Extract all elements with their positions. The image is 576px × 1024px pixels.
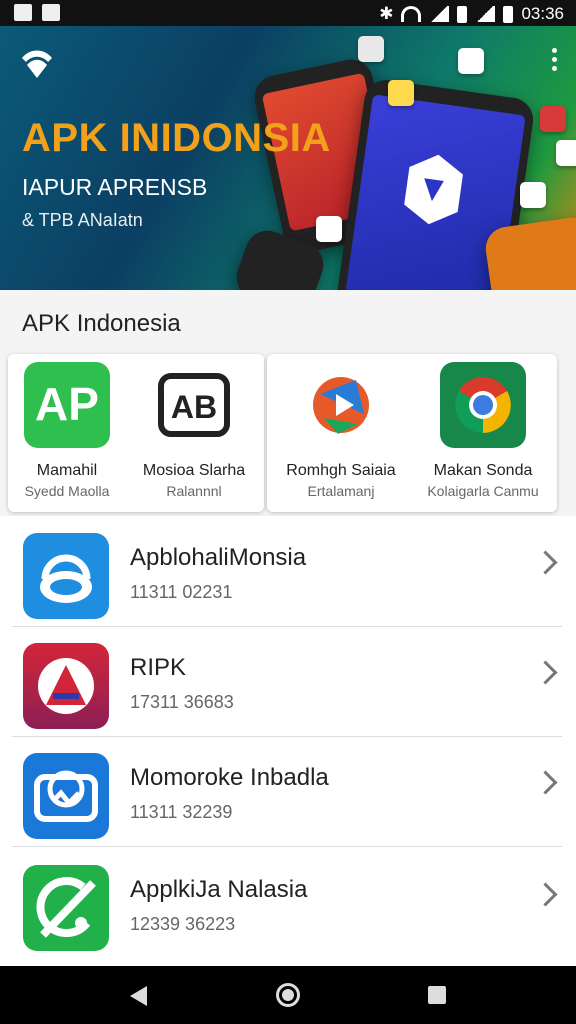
hero-tagline: & TPB ANaIatn (22, 210, 143, 230)
vibrate-icon: ✱ (379, 4, 394, 23)
ap-letters-icon: AP (24, 362, 110, 448)
app-list-item[interactable]: RIPK 17311 36683 (12, 626, 562, 737)
colorful-play-icon (298, 362, 384, 448)
featured-app-name: Romhgh Saiaia (286, 462, 396, 479)
chevron-right-icon (533, 660, 558, 685)
chevron-right-icon (533, 882, 558, 907)
photo-notification-icon (42, 4, 60, 21)
back-icon[interactable] (130, 986, 147, 1006)
app-title: RIPK (130, 654, 187, 681)
cloud-headset-icon (23, 533, 109, 619)
app-list-item[interactable]: ApplkiJa Nalasia 12339 36223 (12, 848, 562, 958)
featured-app-name: Makan Sonda (433, 462, 533, 479)
chrome-like-icon (440, 362, 526, 448)
home-icon[interactable] (276, 983, 300, 1007)
app-tile-icon (358, 36, 384, 62)
signal-icon-2 (475, 6, 496, 22)
featured-app[interactable]: AB Mosioa Slarha Ralannnl (131, 362, 257, 499)
wifi-icon (401, 6, 422, 22)
hero-title: APK INIDONSIA (22, 116, 331, 160)
app-title: ApplkiJa Nalasia (130, 876, 308, 903)
app-tile-icon (458, 48, 484, 74)
svg-text:AB: AB (171, 389, 217, 425)
app-title: ApblohaliMonsia (130, 544, 307, 571)
svg-text:AP: AP (35, 378, 99, 430)
slash-circle-icon (23, 865, 109, 951)
hero-banner: APK INIDONSIA IAPUR APRENSB & TPB ANaIat… (0, 26, 576, 290)
app-title: Momoroke Inbadla (130, 764, 329, 791)
chevron-right-icon (533, 770, 558, 795)
featured-app-name: Mosioa Slarha (142, 462, 246, 479)
battery-icon (457, 5, 468, 23)
chevron-right-icon (533, 550, 558, 575)
triangle-a-icon (23, 643, 109, 729)
section-title: APK Indonesia (22, 310, 181, 337)
featured-app-subtitle: Kolaigarla Canmu (427, 483, 539, 499)
recent-apps-icon[interactable] (428, 986, 446, 1004)
app-tile-icon (388, 80, 414, 106)
featured-app[interactable]: AP Mamahil Syedd Maolla (4, 362, 130, 499)
overflow-menu-icon[interactable] (552, 48, 558, 71)
app-tile-icon (520, 182, 546, 208)
globe-box-icon (23, 753, 109, 839)
featured-app-subtitle: Ralannnl (166, 483, 222, 499)
app-list-item[interactable]: ApblohaliMonsia 11311 02231 (12, 516, 562, 627)
hero-subtitle: IAPUR APRENSB (22, 174, 208, 200)
app-tile-icon (556, 140, 576, 166)
app-meta: 11311 32239 (130, 802, 233, 822)
app-list-item[interactable]: Momoroke Inbadla 11311 32239 (12, 736, 562, 847)
system-navigation-bar (0, 966, 576, 1024)
store-bag-icon (404, 154, 463, 225)
ab-badge-icon: AB (151, 362, 237, 448)
app-meta: 12339 36223 (130, 914, 236, 934)
clock: 03:36 (521, 4, 564, 23)
status-bar: ✱ 03:36 (0, 0, 576, 26)
app-tile-icon (540, 106, 566, 132)
featured-app-subtitle: Ertalamanj (307, 483, 375, 499)
app-meta: 17311 36683 (130, 692, 234, 712)
battery-icon-2 (503, 5, 514, 23)
image-notification-icon (14, 4, 32, 21)
app-logo-icon (22, 50, 52, 78)
app-tile-icon (316, 216, 342, 242)
signal-icon (429, 6, 450, 22)
app-meta: 11311 02231 (130, 582, 233, 602)
featured-app-name: Mamahil (36, 462, 98, 479)
featured-app-subtitle: Syedd Maolla (24, 483, 110, 499)
featured-app[interactable]: Romhgh Saiaia Ertalamanj (278, 362, 404, 499)
featured-app[interactable]: Makan Sonda Kolaigarla Canmu (420, 362, 546, 499)
